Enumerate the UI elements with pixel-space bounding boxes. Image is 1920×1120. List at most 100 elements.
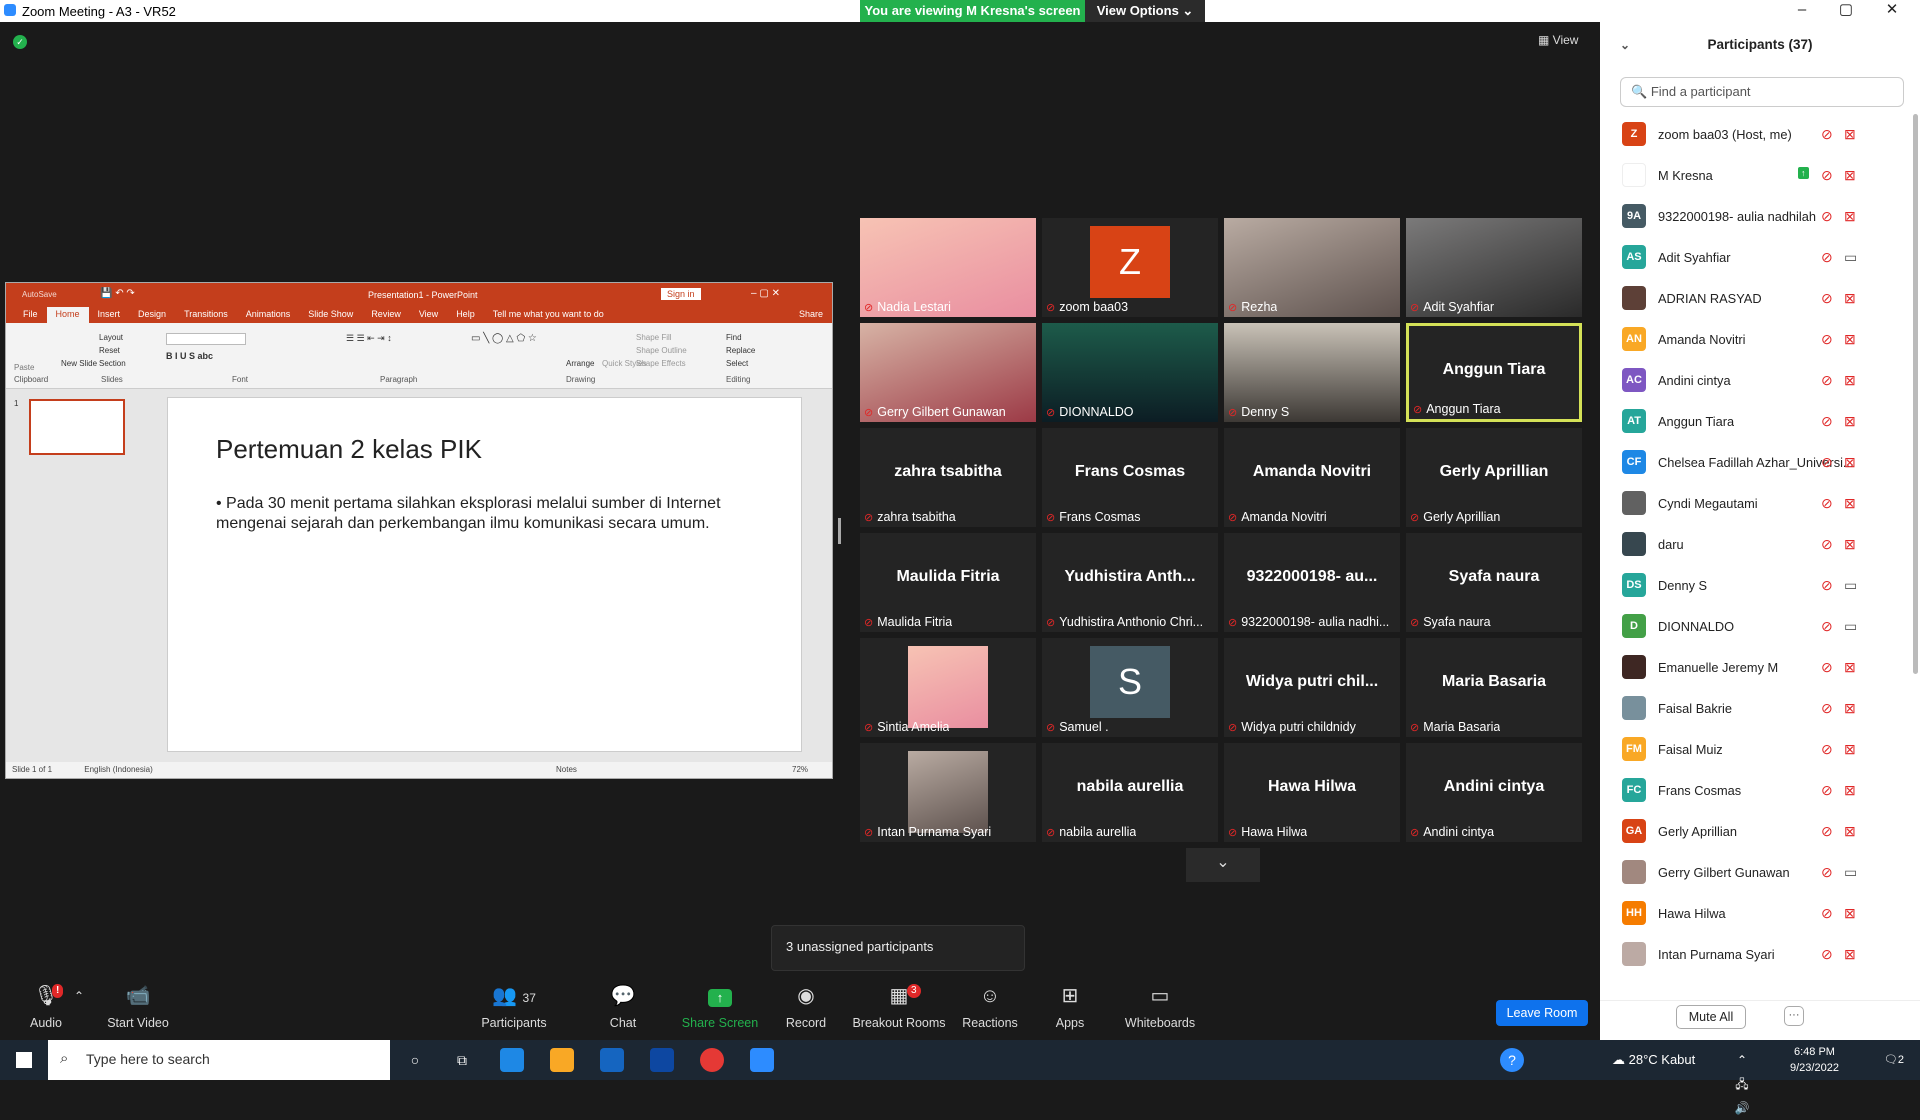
participant-list-item[interactable]: Gerry Gilbert Gunawan ⊘ ▭ [1600, 852, 1920, 893]
whiteboards-button[interactable]: ▭ Whiteboards [1118, 980, 1202, 1030]
cortana-icon[interactable]: ○ [403, 1048, 427, 1072]
participant-name: Maulida Fitria [877, 615, 953, 629]
participant-video-tile[interactable]: Yudhistira Anth... ⊘ Yudhistira Anthonio C… [1042, 533, 1218, 632]
view-button[interactable]: ▦ View [1538, 33, 1578, 47]
participant-list-item[interactable]: ADRIAN RASYAD ⊘ ⊠ [1600, 278, 1920, 319]
participant-video-tile[interactable]: nabila aurellia ⊘ nabila aurellia [1042, 743, 1218, 842]
participant-list-item[interactable]: Cyndi Megautami ⊘ ⊠ [1600, 483, 1920, 524]
more-options-button[interactable]: ··· [1784, 1006, 1804, 1026]
participant-name: zahra tsabitha [877, 510, 956, 524]
collapse-chevron-icon[interactable]: ⌄ [1620, 22, 1630, 68]
participant-video-tile[interactable]: Anggun Tiara ⊘ Anggun Tiara [1406, 323, 1582, 422]
chrome-icon[interactable] [700, 1048, 724, 1072]
start-video-button[interactable]: 📹 Start Video [98, 980, 178, 1030]
participant-list-item[interactable]: D DIONNALDO ⊘ ▭ [1600, 606, 1920, 647]
participant-list-item[interactable]: HH Hawa Hilwa ⊘ ⊠ [1600, 893, 1920, 934]
breakout-rooms-button[interactable]: ▦ 3 Breakout Rooms [851, 980, 947, 1030]
participant-search-input[interactable]: 🔍 Find a participant [1620, 77, 1904, 107]
participant-video-tile[interactable]: Amanda Novitri ⊘ Amanda Novitri [1224, 428, 1400, 527]
participant-list-item[interactable]: AS Adit Syahfiar ⊘ ▭ [1600, 237, 1920, 278]
muted-mic-icon: ⊘ [1821, 618, 1833, 634]
participant-list-item[interactable]: M Kresna ↑ ⊘ ⊠ [1600, 155, 1920, 196]
ppt-group-label: Font [232, 375, 249, 384]
participant-list-item[interactable]: GA Gerly Aprillian ⊘ ⊠ [1600, 811, 1920, 852]
participant-video-tile[interactable]: zahra tsabitha ⊘ zahra tsabitha [860, 428, 1036, 527]
record-button[interactable]: ◉ Record [766, 980, 846, 1030]
participant-list-item[interactable]: AT Anggun Tiara ⊘ ⊠ [1600, 401, 1920, 442]
participant-video-tile[interactable]: Z ⊘ zoom baa03 [1042, 218, 1218, 317]
participant-video-tile[interactable]: Andini cintya ⊘ Andini cintya [1406, 743, 1582, 842]
participant-video-feed [908, 646, 988, 728]
participant-list-item[interactable]: AC Andini cintya ⊘ ⊠ [1600, 360, 1920, 401]
participant-video-tile[interactable]: Gerly Aprillian ⊘ Gerly Aprillian [1406, 428, 1582, 527]
participant-list-item[interactable]: CF Chelsea Fadillah Azhar_Universi... ⊘ ⊠ [1600, 442, 1920, 483]
help-icon[interactable]: ? [1500, 1048, 1524, 1072]
weather-widget[interactable]: ☁ 28°C Kabut [1612, 1052, 1695, 1068]
view-options-button[interactable]: View Options ⌄ [1085, 0, 1205, 22]
mail-icon[interactable] [650, 1048, 674, 1072]
security-shield-icon[interactable]: ✓ [13, 35, 27, 49]
participant-video-tile[interactable]: ⊘ Gerry Gilbert Gunawan [860, 323, 1036, 422]
participant-list-item[interactable]: DS Denny S ⊘ ▭ [1600, 565, 1920, 606]
share-screen-button[interactable]: ↑ Share Screen [680, 980, 760, 1030]
participant-list-item[interactable]: Intan Purnama Syari ⊘ ⊠ [1600, 934, 1920, 975]
participant-avatar: GA [1622, 819, 1646, 843]
participant-video-tile[interactable]: ⊘ Rezha [1224, 218, 1400, 317]
participant-video-tile[interactable]: Maulida Fitria ⊘ Maulida Fitria [860, 533, 1036, 632]
search-icon: ⌕ [60, 1050, 69, 1067]
taskbar-search-box[interactable]: ⌕ Type here to search [48, 1040, 390, 1080]
edge-icon[interactable] [500, 1048, 524, 1072]
muted-mic-icon: ⊘ [864, 512, 874, 524]
ppt-language: English (Indonesia) [84, 765, 153, 774]
participant-list-name: zoom baa03 (Host, me) [1658, 127, 1792, 142]
participant-video-tile[interactable]: ⊘ Denny S [1224, 323, 1400, 422]
participant-list-item[interactable]: FM Faisal Muiz ⊘ ⊠ [1600, 729, 1920, 770]
ppt-title-bar: AutoSave 💾 ↶ ↷ Presentation1 - PowerPoin… [6, 283, 832, 307]
restore-icon[interactable]: ▢ [1824, 0, 1868, 22]
gallery-next-page-button[interactable]: ⌄ [1186, 848, 1260, 882]
muted-mic-icon: ⊘ [1821, 577, 1833, 593]
participant-video-tile[interactable]: ⊘ Sintia Amelia [860, 638, 1036, 737]
participant-video-tile[interactable]: 9322000198- au... ⊘ 9322000198- aulia nadh… [1224, 533, 1400, 632]
participant-video-tile[interactable]: ⊘ Nadia Lestari [860, 218, 1036, 317]
notification-icon[interactable]: 🗨2 [1882, 1048, 1906, 1072]
zoom-taskbar-icon[interactable] [750, 1048, 774, 1072]
minimize-icon[interactable]: – [1780, 0, 1824, 22]
splitter-handle[interactable] [838, 518, 841, 544]
muted-mic-icon: ⊘ [1821, 864, 1833, 880]
participants-button[interactable]: 👥 37 Participants [474, 980, 554, 1030]
file-explorer-icon[interactable] [550, 1048, 574, 1072]
store-icon[interactable] [600, 1048, 624, 1072]
windows-start-icon[interactable] [16, 1052, 32, 1068]
participant-list-item[interactable]: FC Frans Cosmas ⊘ ⊠ [1600, 770, 1920, 811]
participant-list-item[interactable]: 9A 9322000198- aulia nadhilah ⊘ ⊠ [1600, 196, 1920, 237]
participants-scrollbar[interactable] [1913, 114, 1918, 674]
leave-room-button[interactable]: Leave Room [1496, 1000, 1588, 1026]
participant-list-item[interactable]: Faisal Bakrie ⊘ ⊠ [1600, 688, 1920, 729]
participant-list-item[interactable]: Emanuelle Jeremy M ⊘ ⊠ [1600, 647, 1920, 688]
participant-video-tile[interactable]: Frans Cosmas ⊘ Frans Cosmas [1042, 428, 1218, 527]
participant-list-item[interactable]: Zzoom baa03 (Host, me) ⊘ ⊠ [1600, 114, 1920, 155]
participant-list-item[interactable]: AN Amanda Novitri ⊘ ⊠ [1600, 319, 1920, 360]
participant-video-tile[interactable]: ⊘ DIONNALDO [1042, 323, 1218, 422]
participant-video-tile[interactable]: Maria Basaria ⊘ Maria Basaria [1406, 638, 1582, 737]
participant-name-label: ⊘ zoom baa03 [1046, 300, 1128, 314]
participant-big-name: zahra tsabitha [894, 463, 1002, 480]
participant-video-tile[interactable]: ⊘ Adit Syahfiar [1406, 218, 1582, 317]
system-tray-icons[interactable]: ⌃ 🖧 🔊 [1730, 1048, 1754, 1115]
participant-video-tile[interactable]: S ⊘ Samuel . [1042, 638, 1218, 737]
participant-video-tile[interactable]: Widya putri chil... ⊘ Widya putri childnid… [1224, 638, 1400, 737]
participant-video-tile[interactable]: Hawa Hilwa ⊘ Hawa Hilwa [1224, 743, 1400, 842]
participant-video-tile[interactable]: ⊘ Intan Purnama Syari [860, 743, 1036, 842]
task-view-icon[interactable]: ⧉ [450, 1048, 474, 1072]
participant-video-tile[interactable]: Syafa naura ⊘ Syafa naura [1406, 533, 1582, 632]
audio-options-chevron-icon[interactable]: ⌃ [70, 980, 88, 1012]
reactions-button[interactable]: ☺ Reactions [950, 980, 1030, 1030]
apps-button[interactable]: ⊞ Apps [1030, 980, 1110, 1030]
mute-all-button[interactable]: Mute All [1676, 1005, 1746, 1029]
participant-list-item[interactable]: daru ⊘ ⊠ [1600, 524, 1920, 565]
unassigned-participants-notice[interactable]: 3 unassigned participants [771, 925, 1025, 971]
chat-button[interactable]: 💬 Chat [583, 980, 663, 1030]
taskbar-clock[interactable]: 6:48 PM 9/23/2022 [1790, 1044, 1839, 1076]
close-icon[interactable]: ✕ [1870, 0, 1914, 22]
